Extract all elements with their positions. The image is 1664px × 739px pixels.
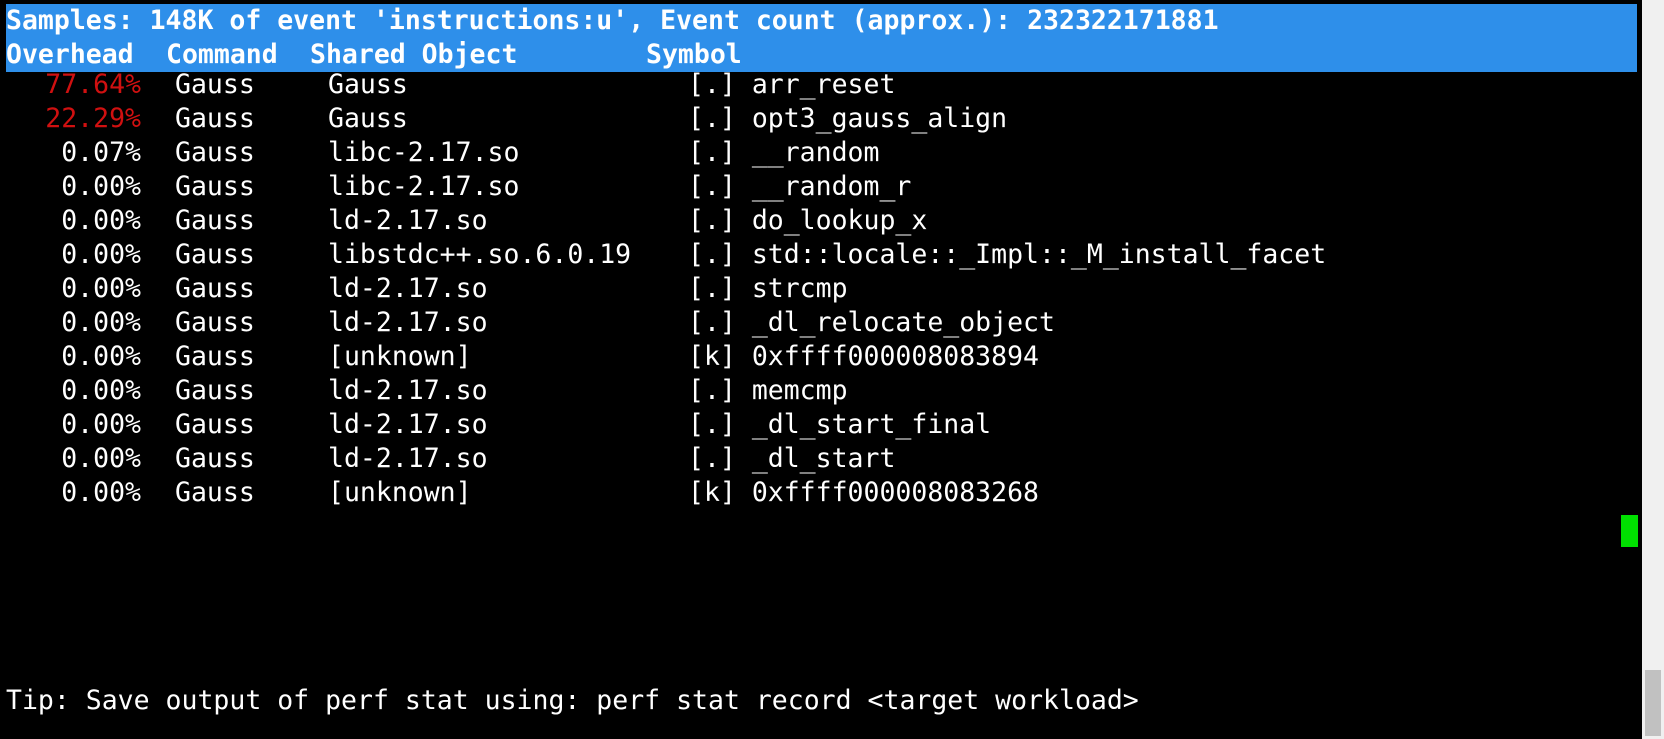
symbol-value: [.] memcmp (688, 375, 848, 406)
shared-object-value: libc-2.17.so (328, 137, 520, 168)
table-row[interactable]: 22.29% Gauss Gauss [.] opt3_gauss_align (6, 102, 1636, 136)
table-row[interactable]: 0.00% Gauss libstdc++.so.6.0.19 [.] std:… (6, 238, 1636, 272)
command-value: Gauss (175, 477, 255, 508)
command-value: Gauss (175, 69, 255, 100)
shared-object-value: libstdc++.so.6.0.19 (328, 239, 632, 270)
command-value: Gauss (175, 239, 255, 270)
shared-object-value: ld-2.17.so (328, 205, 488, 236)
symbol-value: [.] opt3_gauss_align (688, 103, 1008, 134)
shared-object-value: ld-2.17.so (328, 443, 488, 474)
column-header-shared-object[interactable]: Shared Object (310, 38, 517, 72)
column-header-command[interactable]: Command (166, 38, 278, 72)
symbol-value: [.] do_lookup_x (688, 205, 928, 236)
overhead-value: 22.29% (45, 103, 141, 134)
tip-message: Tip: Save output of perf stat using: per… (6, 685, 1139, 716)
table-row[interactable]: 0.00% Gauss libc-2.17.so [.] __random_r (6, 170, 1636, 204)
shared-object-value: Gauss (328, 69, 408, 100)
overhead-value: 0.00% (61, 205, 141, 236)
column-headers: Overhead Command Shared Object Symbol (6, 38, 1637, 72)
shared-object-value: ld-2.17.so (328, 409, 488, 440)
vertical-scrollbar[interactable] (1642, 0, 1664, 739)
perf-report-header: Samples: 148K of event 'instructions:u',… (6, 4, 1637, 72)
sample-summary: Samples: 148K of event 'instructions:u',… (6, 5, 1219, 36)
symbol-value: [.] std::locale::_Impl::_M_install_facet (688, 239, 1327, 270)
command-value: Gauss (175, 205, 255, 236)
shared-object-value: libc-2.17.so (328, 171, 520, 202)
table-row[interactable]: 0.00% Gauss ld-2.17.so [.] _dl_start_fin… (6, 408, 1636, 442)
command-value: Gauss (175, 137, 255, 168)
table-row[interactable]: 0.00% Gauss ld-2.17.so [.] _dl_start (6, 442, 1636, 476)
table-row[interactable]: 0.00% Gauss ld-2.17.so [.] _dl_relocate_… (6, 306, 1636, 340)
overhead-value: 0.07% (61, 137, 141, 168)
command-value: Gauss (175, 307, 255, 338)
overhead-value: 0.00% (61, 273, 141, 304)
terminal-window[interactable]: Samples: 148K of event 'instructions:u',… (0, 0, 1642, 739)
table-row[interactable]: 0.00% Gauss ld-2.17.so [.] strcmp (6, 272, 1636, 306)
table-row[interactable]: 0.00% Gauss [unknown] [k] 0xffff00000808… (6, 340, 1636, 374)
table-row[interactable]: 0.07% Gauss libc-2.17.so [.] __random (6, 136, 1636, 170)
shared-object-value: Gauss (328, 103, 408, 134)
command-value: Gauss (175, 273, 255, 304)
symbol-value: [.] arr_reset (688, 69, 896, 100)
symbol-value: [k] 0xffff000008083894 (688, 341, 1039, 372)
shared-object-value: [unknown] (328, 341, 472, 372)
shared-object-value: [unknown] (328, 477, 472, 508)
symbol-value: [.] __random_r (688, 171, 912, 202)
command-value: Gauss (175, 409, 255, 440)
shared-object-value: ld-2.17.so (328, 273, 488, 304)
overhead-value: 0.00% (61, 307, 141, 338)
terminal-cursor (1621, 515, 1638, 547)
table-row[interactable]: 0.00% Gauss ld-2.17.so [.] do_lookup_x (6, 204, 1636, 238)
table-row[interactable]: 0.00% Gauss ld-2.17.so [.] memcmp (6, 374, 1636, 408)
column-header-symbol[interactable]: Symbol (646, 38, 742, 72)
symbol-value: [k] 0xffff000008083268 (688, 477, 1039, 508)
overhead-value: 0.00% (61, 239, 141, 270)
symbol-value: [.] _dl_start (688, 443, 896, 474)
overhead-value: 0.00% (61, 409, 141, 440)
command-value: Gauss (175, 341, 255, 372)
shared-object-value: ld-2.17.so (328, 307, 488, 338)
command-value: Gauss (175, 375, 255, 406)
command-value: Gauss (175, 443, 255, 474)
command-value: Gauss (175, 171, 255, 202)
column-header-overhead[interactable]: Overhead (6, 38, 134, 72)
command-value: Gauss (175, 103, 255, 134)
overhead-value: 0.00% (61, 443, 141, 474)
overhead-value: 0.00% (61, 375, 141, 406)
overhead-value: 0.00% (61, 171, 141, 202)
symbol-value: [.] strcmp (688, 273, 848, 304)
table-row[interactable]: 77.64% Gauss Gauss [.] arr_reset (6, 68, 1636, 102)
overhead-value: 0.00% (61, 477, 141, 508)
overhead-value: 0.00% (61, 341, 141, 372)
symbol-value: [.] _dl_relocate_object (688, 307, 1055, 338)
table-row[interactable]: 0.00% Gauss [unknown] [k] 0xffff00000808… (6, 476, 1636, 510)
symbol-value: [.] _dl_start_final (688, 409, 992, 440)
symbol-value: [.] __random (688, 137, 880, 168)
overhead-value: 77.64% (45, 69, 141, 100)
scrollbar-thumb[interactable] (1645, 670, 1661, 736)
shared-object-value: ld-2.17.so (328, 375, 488, 406)
